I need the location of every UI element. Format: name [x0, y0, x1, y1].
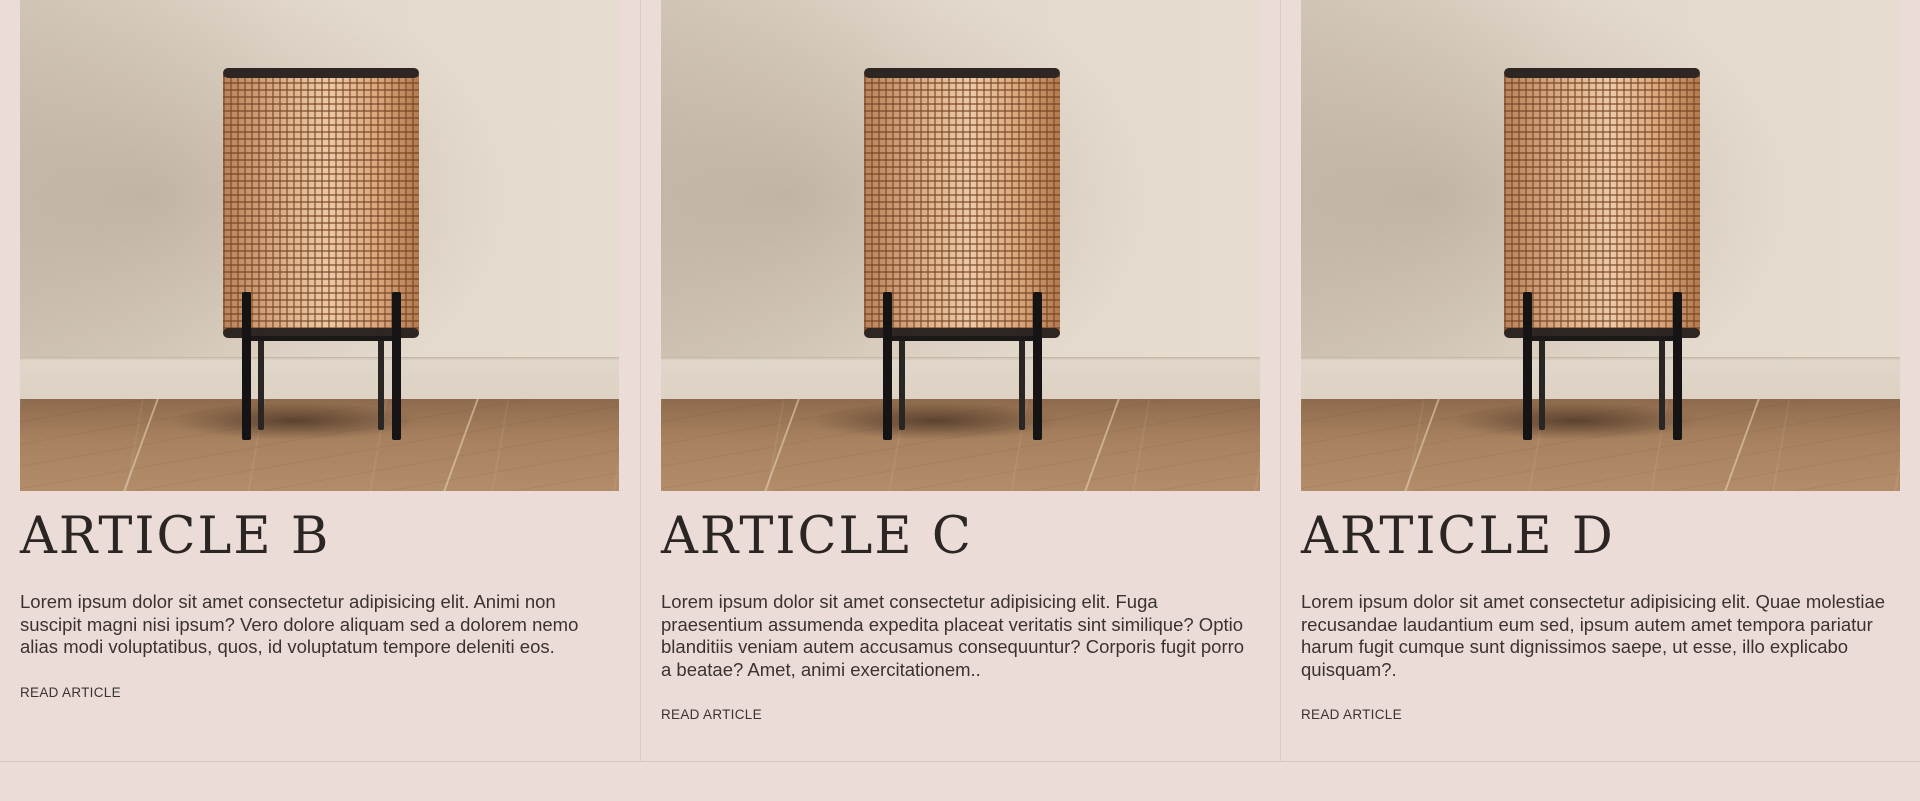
lamp-leg	[1673, 292, 1682, 440]
lamp-leg	[392, 292, 401, 440]
article-excerpt: Lorem ipsum dolor sit amet consectetur a…	[1301, 591, 1886, 680]
read-article-link[interactable]: READ ARTICLE	[20, 685, 121, 700]
article-excerpt: Lorem ipsum dolor sit amet consectetur a…	[661, 591, 1245, 680]
article-card-b: ARTICLE B Lorem ipsum dolor sit amet con…	[0, 0, 640, 761]
read-article-link[interactable]: READ ARTICLE	[1301, 707, 1402, 722]
article-card-c: ARTICLE C Lorem ipsum dolor sit amet con…	[640, 0, 1280, 761]
article-title[interactable]: ARTICLE C	[661, 507, 1260, 567]
lamp-shade	[864, 72, 1060, 336]
article-card-d: ARTICLE D Lorem ipsum dolor sit amet con…	[1280, 0, 1920, 761]
article-title[interactable]: ARTICLE D	[1301, 507, 1900, 567]
lamp-leg	[1033, 292, 1042, 440]
article-image[interactable]	[661, 0, 1260, 491]
article-image[interactable]	[1301, 0, 1900, 491]
article-title[interactable]: ARTICLE B	[20, 507, 620, 567]
lamp-leg	[883, 292, 892, 440]
baseboard	[661, 357, 1260, 399]
article-grid: ARTICLE B Lorem ipsum dolor sit amet con…	[0, 0, 1920, 762]
lamp-leg	[1523, 292, 1532, 440]
lamp-shade	[223, 72, 419, 336]
lamp-leg	[242, 292, 251, 440]
baseboard	[20, 357, 619, 399]
article-excerpt: Lorem ipsum dolor sit amet consectetur a…	[20, 591, 579, 657]
read-article-link[interactable]: READ ARTICLE	[661, 707, 762, 722]
baseboard	[1301, 357, 1900, 399]
lamp-shade	[1504, 72, 1700, 336]
article-image[interactable]	[20, 0, 619, 491]
